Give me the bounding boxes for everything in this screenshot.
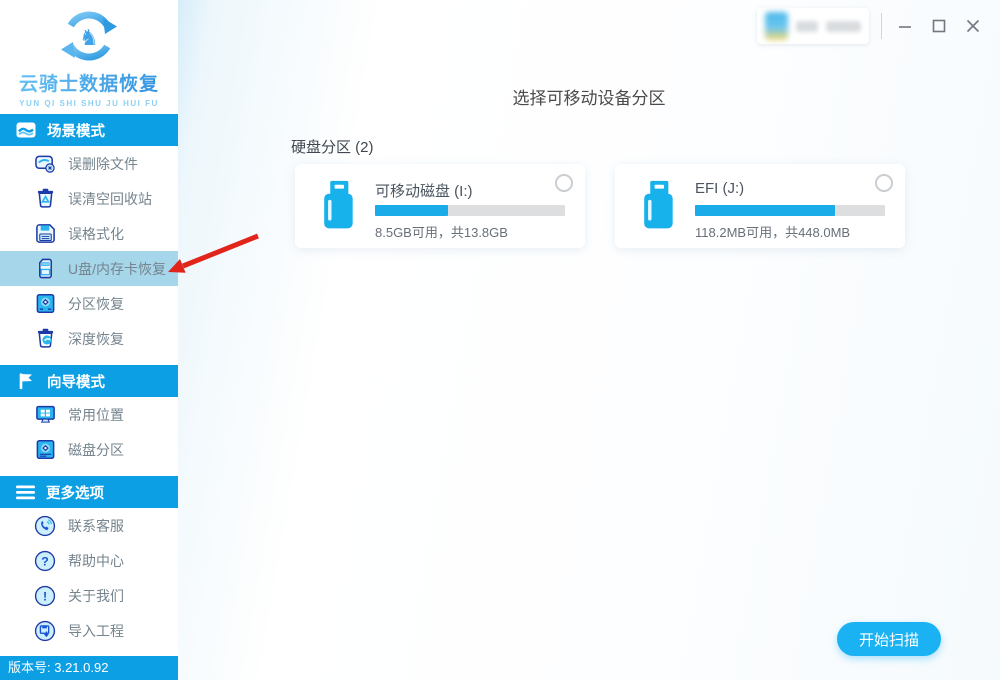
sidebar-item-disk-partitions[interactable]: 磁盘分区 <box>0 432 178 467</box>
sidebar-item-label: 误删除文件 <box>68 155 138 172</box>
drive-name: EFI (J:) <box>695 180 745 197</box>
about-glyph: ! <box>43 589 47 603</box>
sidebar-item-usb-sdcard-recovery[interactable]: 0010 U盘/内存卡恢复 <box>0 251 178 286</box>
hard-drive-icon <box>34 293 56 315</box>
logo-subtitle: YUN QI SHI SHU JU HUI FU <box>19 99 159 108</box>
user-badge-text-blur <box>826 20 861 32</box>
sidebar-item-partition-recovery[interactable]: 分区恢复 <box>0 286 178 321</box>
sidebar-item-label: 误清空回收站 <box>68 190 152 207</box>
minimize-icon <box>899 26 911 28</box>
sidebar-item-label: U盘/内存卡恢复 <box>68 260 166 277</box>
scene-mode-icon <box>16 122 36 137</box>
user-badge-blurred[interactable] <box>757 8 869 44</box>
user-badge-icon <box>765 12 788 40</box>
floppy-disk-icon <box>34 223 56 245</box>
sd-card-label: 0010 <box>42 262 49 266</box>
drive-card-removable-disk-i[interactable]: 可移动磁盘 (I:) 8.5GB可用，共13.8GB <box>295 164 585 248</box>
sidebar-item-recycle-bin[interactable]: 误清空回收站 <box>0 181 178 216</box>
drive-card-list: 可移动磁盘 (I:) 8.5GB可用，共13.8GB EFI (J:) 118.… <box>295 164 905 248</box>
drive-card-efi-j[interactable]: EFI (J:) 118.2MB可用，共448.0MB <box>615 164 905 248</box>
maximize-button[interactable] <box>928 14 950 38</box>
user-badge-text-blur <box>795 20 819 32</box>
menu-icon <box>16 485 35 499</box>
sidebar-item-label: 分区恢复 <box>68 295 124 312</box>
usb-drive-icon <box>324 180 353 229</box>
sidebar-item-help-center[interactable]: ? 帮助中心 <box>0 543 178 578</box>
sidebar-item-import-project[interactable]: 导入工程 <box>0 613 178 648</box>
version-label: 版本号: 3.21.0.92 <box>0 656 178 680</box>
sidebar-item-label: 磁盘分区 <box>68 441 124 458</box>
section-label: 场景模式 <box>47 123 105 140</box>
file-delete-icon <box>34 153 56 175</box>
section-label: 向导模式 <box>47 374 105 391</box>
close-button[interactable] <box>962 14 984 38</box>
titlebar-divider <box>881 13 882 39</box>
sidebar-item-label: 关于我们 <box>68 587 124 604</box>
about-icon: ! <box>34 585 56 607</box>
drive-capacity: 8.5GB可用，共13.8GB <box>375 225 508 240</box>
sidebar-item-label: 深度恢复 <box>68 330 124 347</box>
logo-knight-glyph: ♞ <box>79 26 99 51</box>
flag-icon <box>19 373 32 389</box>
sd-card-icon: 0010 <box>34 258 56 280</box>
main-content: 选择可移动设备分区 硬盘分区 (2) 可移动磁盘 (I:) 8.5GB可用，共1… <box>178 0 1000 680</box>
sidebar: ♞ 云骑士数据恢复 YUN QI SHI SHU JU HUI FU 场景模式 <box>0 0 178 680</box>
titlebar <box>757 0 1000 52</box>
drive-usage-fill <box>375 205 448 216</box>
section-label: 更多选项 <box>46 485 104 502</box>
monitor-icon <box>34 404 56 426</box>
drive-select-radio[interactable] <box>875 174 893 192</box>
logo-title: 云骑士数据恢复 <box>0 69 178 96</box>
minimize-button[interactable] <box>894 14 916 38</box>
app-window: ♞ 云骑士数据恢复 YUN QI SHI SHU JU HUI FU 场景模式 <box>0 0 1000 680</box>
recycle-bin-icon <box>34 188 56 210</box>
deep-recovery-icon <box>34 328 56 350</box>
drive-capacity: 118.2MB可用，共448.0MB <box>695 225 851 240</box>
close-icon <box>966 19 980 33</box>
drive-name: 可移动磁盘 (I:) <box>375 183 473 200</box>
sidebar-item-about-us[interactable]: ! 关于我们 <box>0 578 178 613</box>
disk-partition-icon <box>34 439 56 461</box>
usb-drive-icon <box>644 180 673 229</box>
phone-support-icon <box>34 515 56 537</box>
help-icon: ? <box>34 550 56 572</box>
sidebar-item-label: 导入工程 <box>68 622 124 639</box>
sidebar-item-deep-recovery[interactable]: 深度恢复 <box>0 321 178 356</box>
partition-group-label: 硬盘分区 (2) <box>291 139 374 156</box>
sidebar-item-label: 误格式化 <box>68 225 124 242</box>
sidebar-item-label: 帮助中心 <box>68 552 124 569</box>
sidebar-item-label: 常用位置 <box>68 406 124 423</box>
sidebar-item-formatted[interactable]: 误格式化 <box>0 216 178 251</box>
drive-usage-bar <box>695 205 885 216</box>
drive-usage-bar <box>375 205 565 216</box>
sidebar-item-deleted-files[interactable]: 误删除文件 <box>0 146 178 181</box>
help-glyph: ? <box>41 554 49 568</box>
section-header-more-options: 更多选项 <box>0 476 178 508</box>
sidebar-item-label: 联系客服 <box>68 517 124 534</box>
start-scan-button[interactable]: 开始扫描 <box>837 622 941 656</box>
sidebar-item-common-locations[interactable]: 常用位置 <box>0 397 178 432</box>
section-header-scene-mode: 场景模式 <box>0 114 178 146</box>
logo-sync-icon: ♞ <box>61 11 117 61</box>
drive-select-radio[interactable] <box>555 174 573 192</box>
page-title: 选择可移动设备分区 <box>512 89 666 108</box>
section-header-wizard-mode: 向导模式 <box>0 365 178 397</box>
drive-usage-fill <box>695 205 835 216</box>
import-project-icon <box>34 620 56 642</box>
app-logo: ♞ 云骑士数据恢复 YUN QI SHI SHU JU HUI FU <box>0 0 178 114</box>
maximize-icon <box>932 19 946 33</box>
sidebar-item-contact-support[interactable]: 联系客服 <box>0 508 178 543</box>
